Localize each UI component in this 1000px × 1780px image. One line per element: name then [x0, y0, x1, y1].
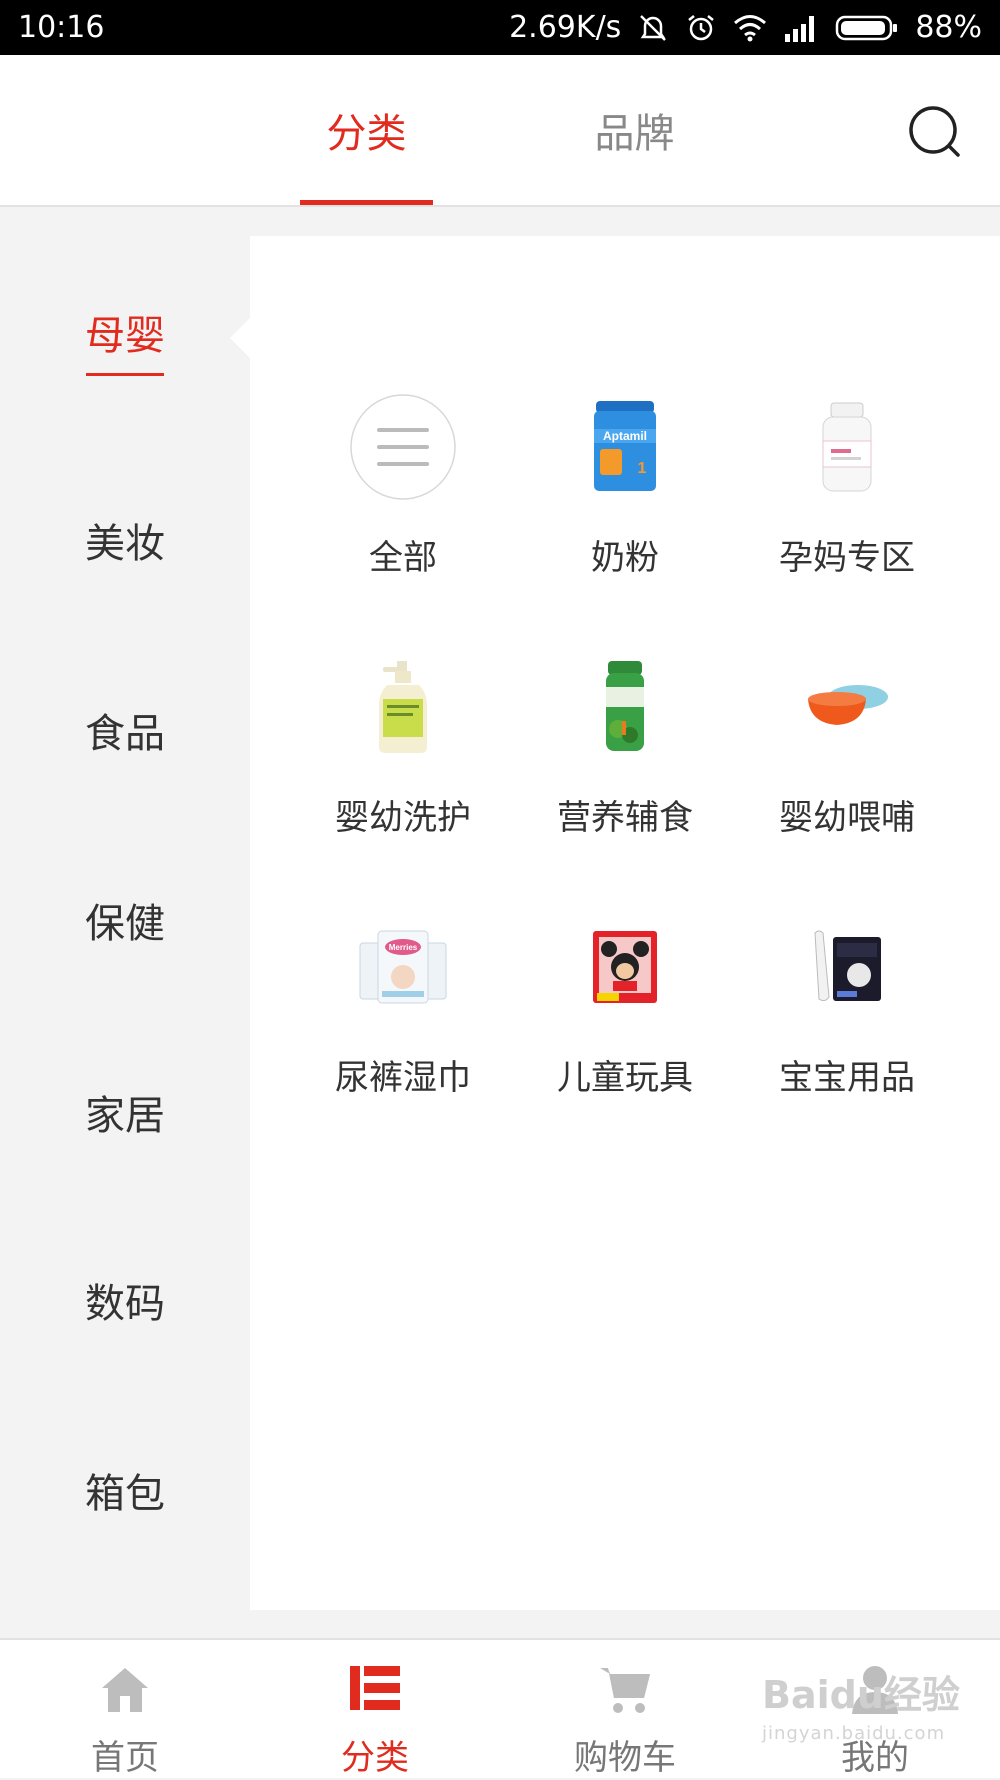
nav-cart[interactable]: 购物车 [500, 1640, 750, 1780]
sidebar-item-label: 美妆 [85, 521, 165, 567]
category-label: 儿童玩具 [557, 1058, 693, 1098]
sidebar-item-label: 保健 [85, 901, 165, 947]
baby-food-jar-icon [572, 654, 678, 760]
menu-lines-icon [350, 394, 456, 500]
sidebar-item-meizhuang[interactable]: 美妆 [0, 500, 250, 580]
category-label: 婴幼洗护 [335, 798, 471, 838]
svg-text:Merries: Merries [389, 943, 418, 952]
category-item-baby-care[interactable]: 婴幼洗护 [292, 654, 514, 854]
category-label: 奶粉 [591, 538, 659, 578]
nav-home[interactable]: 首页 [0, 1640, 250, 1780]
svg-text:Aptamil: Aptamil [603, 429, 647, 443]
toy-box-icon [572, 914, 678, 1020]
diaper-pack-icon: Merries [350, 914, 456, 1020]
nav-label: 分类 [341, 1738, 409, 1778]
status-bar: 10:16 2.69K/s 88% [0, 0, 1000, 55]
thermometer-box-icon [794, 914, 900, 1020]
category-grid: 全部 Aptamil 1 奶粉 孕妈专区 婴幼洗护 营养辅食 婴幼喂哺 Merr… [250, 236, 1000, 1610]
category-item-feeding[interactable]: 婴幼喂哺 [736, 654, 958, 854]
network-speed: 2.69K/s [509, 10, 622, 45]
category-item-milk-powder[interactable]: Aptamil 1 奶粉 [514, 394, 736, 594]
watermark-logo: Baidu经验 [762, 1673, 960, 1717]
mute-bell-icon [640, 14, 667, 41]
sidebar-item-label: 家居 [85, 1093, 165, 1139]
category-item-maternity[interactable]: 孕妈专区 [736, 394, 958, 594]
sidebar-item-label: 箱包 [85, 1471, 165, 1517]
sidebar-item-xiangbao[interactable]: 箱包 [0, 1450, 250, 1530]
svg-text:1: 1 [638, 460, 647, 477]
battery-icon [836, 15, 898, 40]
milk-powder-can-icon: Aptamil 1 [572, 394, 678, 500]
nav-label: 首页 [91, 1738, 159, 1778]
alarm-icon [688, 14, 715, 40]
nav-label: 购物车 [574, 1738, 676, 1778]
category-item-all[interactable]: 全部 [292, 394, 514, 594]
category-label: 尿裤湿巾 [335, 1058, 471, 1098]
sidebar-item-muying[interactable]: 母婴 [0, 292, 250, 376]
wifi-icon [734, 14, 767, 41]
category-icon [350, 1666, 400, 1710]
sidebar-item-shuma[interactable]: 数码 [0, 1260, 250, 1340]
battery-level: 88% [915, 10, 982, 45]
category-label: 婴幼喂哺 [779, 798, 915, 838]
watermark-url: jingyan.baidu.com [762, 1723, 946, 1744]
nav-category[interactable]: 分类 [250, 1640, 500, 1780]
category-label: 孕妈专区 [779, 538, 915, 578]
sidebar-item-baojian[interactable]: 保健 [0, 880, 250, 960]
sidebar-item-label: 数码 [85, 1281, 165, 1327]
top-bar: 分类 品牌 [0, 55, 1000, 207]
supplement-bottle-icon [794, 394, 900, 500]
tab-category-label: 分类 [326, 111, 407, 157]
home-icon [102, 1668, 148, 1712]
category-item-toys[interactable]: 儿童玩具 [514, 914, 736, 1114]
tab-brand[interactable]: 品牌 [568, 55, 701, 205]
category-item-diapers[interactable]: Merries 尿裤湿巾 [292, 914, 514, 1114]
feeding-bowl-icon [794, 654, 900, 760]
active-pointer [230, 318, 250, 358]
sidebar-item-label: 食品 [85, 711, 165, 757]
status-right: 2.69K/s 88% [509, 10, 982, 45]
category-label: 宝宝用品 [779, 1058, 915, 1098]
sidebar-item-jiaju[interactable]: 家居 [0, 1072, 250, 1152]
status-time: 10:16 [18, 10, 105, 45]
category-sidebar: 母婴 美妆 食品 保健 家居 数码 箱包 [0, 208, 250, 1638]
baidu-watermark: Baidu经验 jingyan.baidu.com [762, 1664, 962, 1764]
sidebar-item-label: 母婴 [85, 313, 165, 359]
sidebar-active-underline [86, 373, 164, 376]
tab-active-underline [300, 200, 433, 205]
category-label: 全部 [369, 538, 437, 578]
lotion-bottle-icon [350, 654, 456, 760]
signal-icon [785, 15, 815, 42]
category-item-baby-goods[interactable]: 宝宝用品 [736, 914, 958, 1114]
tab-brand-label: 品牌 [594, 111, 675, 157]
sidebar-item-shipin[interactable]: 食品 [0, 690, 250, 770]
cart-icon [600, 1668, 650, 1713]
search-icon[interactable] [908, 105, 962, 159]
category-item-nutrition[interactable]: 营养辅食 [514, 654, 736, 854]
tab-category[interactable]: 分类 [300, 55, 433, 205]
category-label: 营养辅食 [557, 798, 693, 838]
